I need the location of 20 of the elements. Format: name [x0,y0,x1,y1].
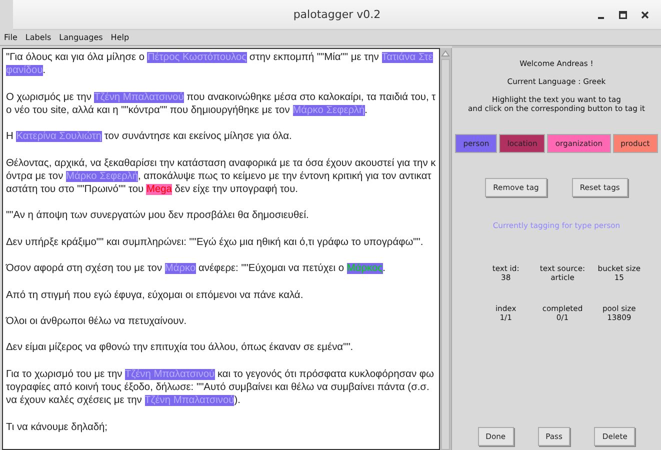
menu-item[interactable]: File [4,33,18,42]
paragraph: Δεν υπήρξε κράξιμο"" και συμπληρώνει: ""Εγώ έχω μια ηθική και ό,τι γράφω το υπογράφω"". [6,236,424,249]
paragraph: Θέλοντας, αρχικά, να ξεκαθαρίσει την κατάσταση αναφορικά με τα όσα έχουν ακουστεί για την κόντρα με τον Μάρκο Σεφερλή, αποκάλυψε πως το κείμενο με την έντονη κριτική για τον αντικαταστάτη του στο ""Πρωινό"" του Mega δεν είχε την υπογραφή του. [6,156,436,196]
menu-item[interactable]: Help [110,33,130,42]
menu-item[interactable]: Languages [59,33,103,42]
paragraph: Όσον αφορά στη σχέση του με τον Μάρκο ανέφερε: ""Εύχομαι να πετύχει ο Μάρκος. [6,262,386,276]
maximize-icon[interactable] [619,11,627,19]
paragraph: Τι να κάνουμε δηλαδή; [6,420,109,434]
paragraph: ""Αν η άποψη των συνεργατών μου δεν προσβάλει θα δημοσιευθεί. [6,209,310,223]
close-icon[interactable] [641,11,649,19]
text-editor[interactable] [2,48,440,450]
paragraph: Ο χωρισμός με την Τζένη Μπαλατσινού που ανακοινώθηκε μέσα στο καλοκαίρι, τα παιδιά του, το νέο του site, αλλά και η ""κόντρα"" που δημιουργήθηκε με τον Μάρκο Σεφερλή. [6,90,436,117]
menu-item[interactable]: Labels [25,33,52,42]
scrollbar[interactable] [440,48,452,450]
paragraph: Όλοι οι άνθρωποι θέλω να πετυχαίνουν. [6,314,188,328]
window-title: palotagger v0.2 [293,8,381,21]
paragraph: Η Κατερίνα Σουλιώτη τον συνάντησε και εκείνος μίλησε για όλα. [6,130,293,144]
scroll-thumb[interactable] [441,59,450,450]
paragraph: Δεν είμαι μίζερος να φθονώ την επιτυχία του άλλου, όπως έκαναν σε εμένα"". [6,341,354,355]
paragraph: Από τη στιγμή που εγώ έφυγα, εύχομαι οι επόμενοι να πάνε καλά. [6,288,304,302]
